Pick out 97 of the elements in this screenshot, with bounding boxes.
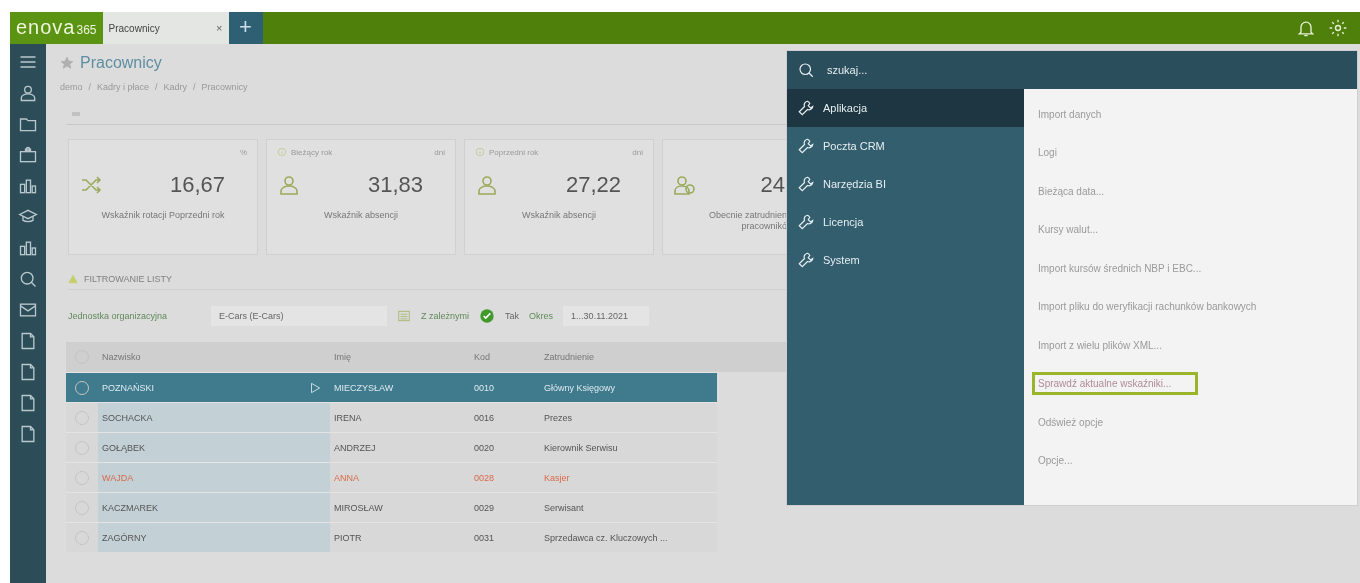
table-cell: POZNAŃSKI xyxy=(102,382,154,393)
table-cell: IRENA xyxy=(334,412,362,423)
menu-item[interactable]: Kursy walut... xyxy=(1032,218,1105,242)
kpi-label: Obecnie zatrudnien xyxy=(708,210,787,220)
kpi-value: 24 xyxy=(760,172,785,198)
category-item[interactable]: System xyxy=(787,241,1024,279)
kpi-label: Wskaźnik rotacji Poprzedni rok xyxy=(100,210,226,220)
wrench-icon xyxy=(797,137,815,155)
table-cell: ANDRZEJ xyxy=(334,442,376,453)
breadcrumb-link[interactable]: demo xyxy=(60,82,83,92)
table-cell: Główny Księgowy xyxy=(544,382,616,393)
kpi-value: 27,22 xyxy=(565,172,621,198)
breadcrumb-separator: / xyxy=(155,82,158,92)
table-cell: ZAGÓRNY xyxy=(102,532,147,543)
kpi-value: 16,67 xyxy=(169,172,225,198)
category-item[interactable]: Aplikacja xyxy=(787,89,1024,127)
page-title: Pracownicy xyxy=(80,54,162,72)
star-icon[interactable] xyxy=(60,56,74,70)
menu-item[interactable]: Logi xyxy=(1032,141,1063,165)
table-row[interactable]: KACZMAREK MIROSŁAW 0029 Serwisant xyxy=(66,492,717,522)
table-cell: MIROSŁAW xyxy=(334,502,383,513)
kpi-label: pracownikó xyxy=(741,221,787,231)
breadcrumb-separator: / xyxy=(88,82,92,92)
breadcrumb-separator: / xyxy=(193,82,196,92)
table-cell: WAJDA xyxy=(102,472,134,483)
wrench-icon xyxy=(797,251,815,269)
table-row[interactable]: WAJDA ANNA 0028 Kasjer xyxy=(66,462,717,492)
field-label: Jednostka organizacyjna xyxy=(68,311,168,321)
menu-item[interactable]: Import kursów średnich NBP i EBC... xyxy=(1032,256,1208,280)
table-cell: Sprzedawca cz. Kluczowych ... xyxy=(544,532,668,543)
settings-icon[interactable] xyxy=(1328,18,1348,38)
menu-item[interactable]: Bieżąca data... xyxy=(1032,179,1111,203)
table-cell: 0020 xyxy=(474,442,495,453)
wrench-icon xyxy=(797,99,815,117)
breadcrumb-link[interactable]: Kadry xyxy=(163,82,188,92)
filter-section-header[interactable]: FILTROWANIE LISTY xyxy=(68,269,788,290)
logo: enova365 xyxy=(10,12,103,44)
kpi-label: Wskaźnik absencji xyxy=(521,210,597,220)
group-icon xyxy=(673,173,697,197)
table-cell: 0031 xyxy=(474,532,495,543)
table-row[interactable]: SOCHACKA IRENA 0016 Prezes xyxy=(66,402,717,432)
person-icon xyxy=(277,173,301,197)
table-cell: Serwisant xyxy=(544,502,584,513)
column-header[interactable]: Kod xyxy=(470,342,540,372)
table-cell: SOCHACKA xyxy=(102,412,153,423)
table-cell: 0016 xyxy=(474,412,495,423)
menu-item[interactable]: Import pliku do weryfikacji rachunków bankowych xyxy=(1032,295,1263,319)
kpi-value: 31,83 xyxy=(367,172,423,198)
kpi-unit: % xyxy=(239,147,247,157)
checkbox-label: Tak xyxy=(505,311,520,321)
table-cell: 0028 xyxy=(474,472,495,483)
close-button[interactable]: × xyxy=(216,22,223,34)
info-icon xyxy=(277,147,287,157)
search-field[interactable]: szukaj... xyxy=(825,63,1129,77)
table-row[interactable]: ZAGÓRNY PIOTR 0031 Sprzedawca cz. Kluczowych ... xyxy=(66,522,717,552)
table-cell: Kierownik Serwisu xyxy=(544,442,618,453)
magnifier-icon[interactable] xyxy=(18,269,38,289)
category-item[interactable]: Narzędzia BI xyxy=(787,165,1024,203)
period-field[interactable]: 1...30.11.2021 xyxy=(563,306,650,326)
triangle-icon xyxy=(68,274,78,284)
table-cell: 0029 xyxy=(474,502,495,513)
field-label: Okres xyxy=(529,311,554,321)
briefcase-icon[interactable] xyxy=(18,145,38,165)
menu-item[interactable]: Opcje... xyxy=(1032,449,1079,473)
add-tab-button[interactable]: + xyxy=(228,12,263,44)
wrench-icon xyxy=(797,175,815,193)
table-cell: Kasjer xyxy=(544,472,570,483)
tab[interactable]: Pracownicy × xyxy=(102,12,229,44)
table-cell: MIECZYSŁAW xyxy=(334,382,394,393)
wrench-icon xyxy=(797,213,815,231)
column-header[interactable]: Nazwisko xyxy=(98,342,330,372)
column-header[interactable]: Zatrudnienie xyxy=(540,342,717,372)
category-item[interactable]: Licencja xyxy=(787,203,1024,241)
search-icon xyxy=(797,61,815,79)
category-item[interactable]: Poczta CRM xyxy=(787,127,1024,165)
menu-item[interactable]: Import z wielu plików XML... xyxy=(1032,333,1168,357)
table-row[interactable]: POZNAŃSKI MIECZYSŁAW 0010 Główny Księgowy xyxy=(66,372,717,402)
menu-item[interactable]: Import danych xyxy=(1032,102,1108,126)
menu-item[interactable]: Odśwież opcje xyxy=(1032,410,1110,434)
play-icon xyxy=(308,380,322,395)
table-cell: Prezes xyxy=(544,412,572,423)
menu-item[interactable]: Sprawdź aktualne wskaźniki... xyxy=(1032,372,1199,396)
table-cell: 0010 xyxy=(474,382,495,393)
info-icon xyxy=(475,147,485,157)
checked-icon[interactable] xyxy=(479,308,496,324)
table-cell: KACZMAREK xyxy=(102,502,158,513)
field-label: Z zależnymi xyxy=(421,311,470,321)
person-icon[interactable] xyxy=(18,83,38,103)
kpi-label: Wskaźnik absencji xyxy=(323,210,399,220)
table-cell: PIOTR xyxy=(334,532,362,543)
column-header[interactable]: Imię xyxy=(330,342,470,372)
table-cell: GOŁĄBEK xyxy=(102,442,146,453)
table-row[interactable]: GOŁĄBEK ANDRZEJ 0020 Kierownik Serwisu xyxy=(66,432,717,462)
table-cell: ANNA xyxy=(334,472,359,483)
breadcrumb-link[interactable]: Pracownicy xyxy=(201,82,248,92)
person-icon xyxy=(475,173,499,197)
org-unit-field[interactable]: E-Cars (E-Cars) xyxy=(211,306,388,326)
